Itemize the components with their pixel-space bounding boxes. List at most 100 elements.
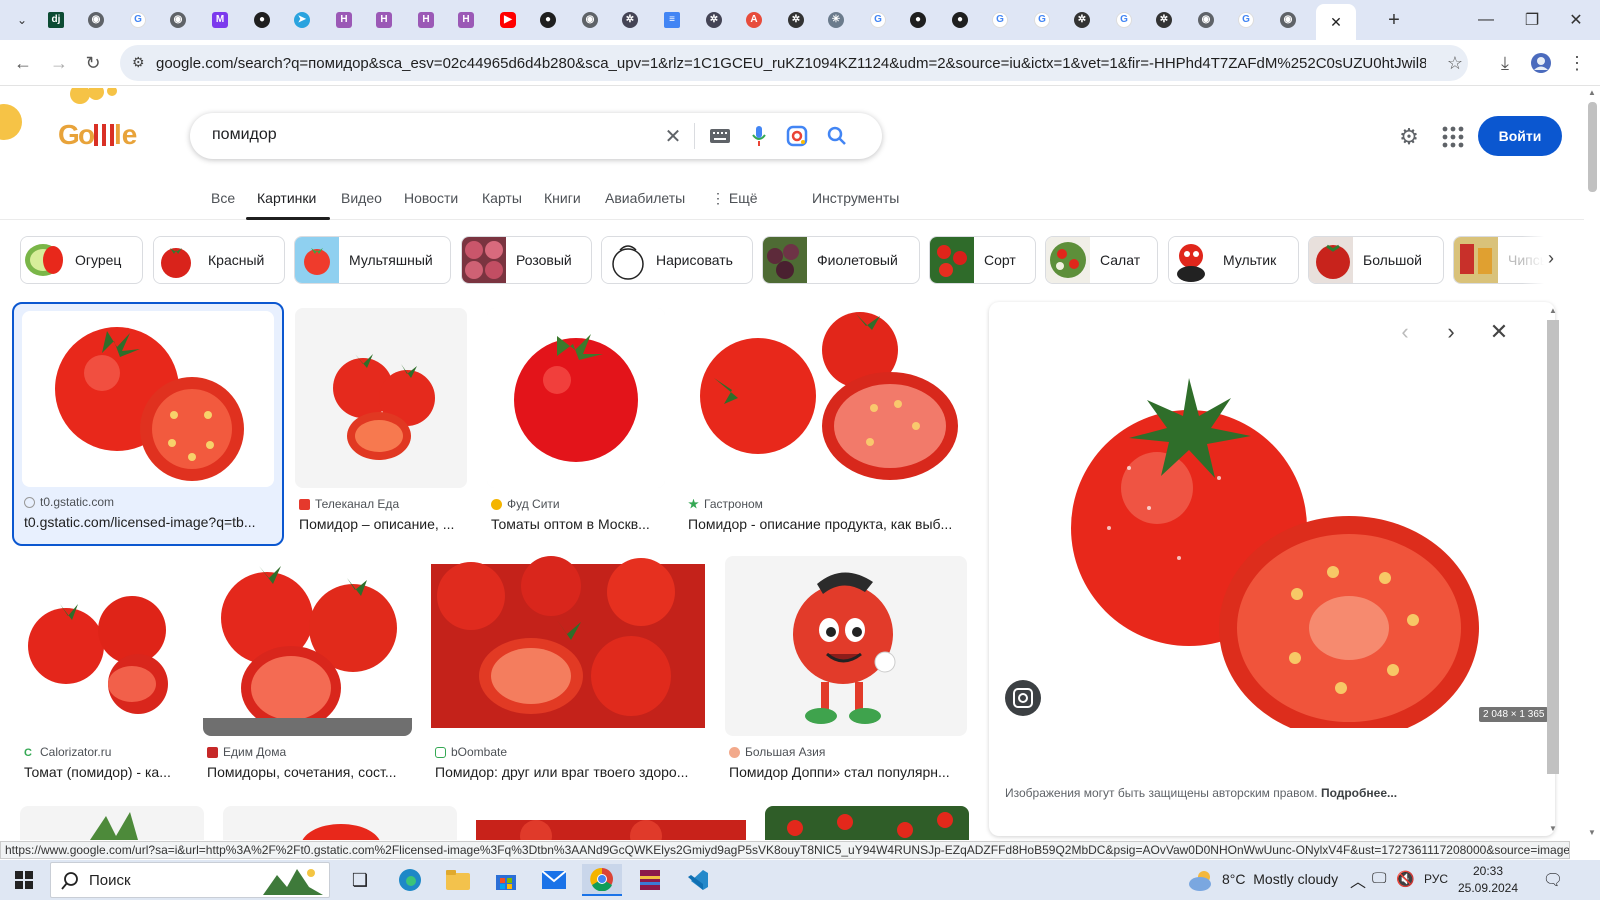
tab-8[interactable]: H xyxy=(326,6,362,34)
task-view-button[interactable]: ❏ xyxy=(340,864,380,896)
result-title[interactable]: Помидоры, сочетания, сост... xyxy=(207,764,410,780)
mail-taskbar-button[interactable] xyxy=(534,864,574,896)
store-taskbar-button[interactable] xyxy=(486,864,526,896)
result-image-partial[interactable] xyxy=(223,806,457,840)
preview-close-button[interactable]: ✕ xyxy=(1483,316,1515,348)
tab-images[interactable]: Картинки xyxy=(257,190,316,206)
tab-30[interactable]: G xyxy=(1228,6,1264,34)
chip-red[interactable]: Красный xyxy=(153,236,285,284)
preview-next-button[interactable]: › xyxy=(1435,316,1467,348)
volume-muted-icon[interactable]: 🔇 xyxy=(1396,870,1415,888)
result-card[interactable]: Телеканал Еда Помидор – описание, ... xyxy=(295,308,467,538)
tab-17[interactable]: ✲ xyxy=(696,6,732,34)
result-card[interactable]: bOombate Помидор: друг или враг твоего з… xyxy=(431,556,705,786)
tools-button[interactable]: Инструменты xyxy=(812,190,899,206)
tab-18[interactable]: A xyxy=(736,6,772,34)
page-scrollbar[interactable]: ▲ ▼ xyxy=(1584,88,1600,840)
chevron-up-icon[interactable]: ︿ xyxy=(1350,868,1366,892)
tab-flights[interactable]: Авиабилеты xyxy=(605,190,685,206)
explorer-taskbar-button[interactable] xyxy=(438,864,478,896)
tab-16[interactable]: ≡ xyxy=(654,6,690,34)
preview-image[interactable] xyxy=(989,358,1537,728)
tab-15[interactable]: ✲ xyxy=(612,6,648,34)
tab-20[interactable]: ✳ xyxy=(818,6,854,34)
lens-search-button[interactable] xyxy=(784,123,810,149)
minimize-button[interactable]: — xyxy=(1466,8,1506,32)
close-tab-icon[interactable]: ✕ xyxy=(1330,14,1342,31)
result-image[interactable] xyxy=(431,556,705,736)
chip-purple[interactable]: Фиолетовый xyxy=(762,236,920,284)
close-window-button[interactable]: ✕ xyxy=(1556,8,1596,32)
tab-news[interactable]: Новости xyxy=(404,190,458,206)
result-title[interactable]: Помидор Доппи» стал популярн... xyxy=(729,764,965,780)
more-link[interactable]: Подробнее... xyxy=(1321,786,1397,800)
voice-search-button[interactable] xyxy=(746,123,772,149)
tab-25[interactable]: G xyxy=(1024,6,1060,34)
site-info-icon[interactable]: ⚙ xyxy=(132,54,145,71)
chip-cartoon[interactable]: Мультяшный xyxy=(294,236,451,284)
notifications-button[interactable]: 🗨 xyxy=(1538,864,1568,896)
arrow-down-icon[interactable]: ▼ xyxy=(1588,828,1596,837)
result-image-partial[interactable] xyxy=(476,806,746,840)
weather-text[interactable]: 8°C Mostly cloudy xyxy=(1222,871,1338,887)
result-title[interactable]: Помидор: друг или враг твоего здоро... xyxy=(435,764,703,780)
result-image[interactable] xyxy=(203,556,412,736)
result-image[interactable] xyxy=(725,556,967,736)
apps-button[interactable] xyxy=(1440,124,1466,150)
keyboard-button[interactable] xyxy=(707,123,733,149)
result-card[interactable]: C Calorizator.ru Томат (помидор) - ка... xyxy=(20,556,184,786)
tab-7[interactable]: ➤ xyxy=(284,6,320,34)
result-title[interactable]: Помидор - описание продукта, как выб... xyxy=(688,516,968,532)
tab-19[interactable]: ✲ xyxy=(778,6,814,34)
result-card[interactable]: Едим Дома Помидоры, сочетания, сост... xyxy=(203,556,412,786)
tab-14[interactable]: ◉ xyxy=(572,6,608,34)
tab-books[interactable]: Книги xyxy=(544,190,581,206)
address-url[interactable]: google.com/search?q=помидор&sca_esv=02c4… xyxy=(156,55,1426,72)
tab-10[interactable]: H xyxy=(408,6,444,34)
login-button[interactable]: Войти xyxy=(1478,116,1562,156)
downloads-button[interactable]: ⤓ xyxy=(1490,48,1520,78)
result-card[interactable]: Гастроном Помидор - описание продукта, к… xyxy=(684,308,968,538)
vscode-taskbar-button[interactable] xyxy=(678,864,718,896)
profile-button[interactable] xyxy=(1526,48,1556,78)
chip-draw[interactable]: Нарисовать xyxy=(601,236,753,284)
result-image-partial[interactable] xyxy=(765,806,969,840)
start-button[interactable] xyxy=(4,864,44,896)
chip-cartoon-2[interactable]: Мультик xyxy=(1168,236,1299,284)
preview-scrollbar[interactable]: ▲ ▼ xyxy=(1547,306,1561,836)
tab-24[interactable]: G xyxy=(982,6,1018,34)
menu-button[interactable]: ⋮ xyxy=(1562,48,1592,78)
result-card[interactable]: Большая Азия Помидор Доппи» стал популяр… xyxy=(725,556,967,786)
clock[interactable]: 20:33 25.09.2024 xyxy=(1456,864,1520,895)
back-button[interactable]: ← xyxy=(8,48,38,78)
clear-search-button[interactable]: ✕ xyxy=(660,123,686,149)
language-indicator[interactable]: РУС xyxy=(1424,872,1448,886)
reload-button[interactable]: ↻ xyxy=(78,48,108,78)
result-image[interactable] xyxy=(487,308,665,488)
tab-12[interactable]: ▶ xyxy=(490,6,526,34)
result-title[interactable]: Томат (помидор) - ка... xyxy=(24,764,182,780)
result-image[interactable] xyxy=(295,308,467,488)
tab-29[interactable]: ◉ xyxy=(1188,6,1224,34)
chrome-taskbar-button[interactable] xyxy=(582,864,622,896)
chip-salad[interactable]: Салат xyxy=(1045,236,1158,284)
network-icon[interactable]: 🖵 xyxy=(1372,870,1386,887)
tab-2[interactable]: ◉ xyxy=(78,6,114,34)
preview-scrollbar-thumb[interactable] xyxy=(1547,320,1559,774)
tab-23[interactable]: ● xyxy=(942,6,978,34)
chip-big[interactable]: Большой xyxy=(1308,236,1444,284)
result-title[interactable]: t0.gstatic.com/licensed-image?q=tb... xyxy=(24,514,276,530)
tab-active[interactable]: ✕ xyxy=(1316,4,1356,40)
tab-9[interactable]: H xyxy=(366,6,402,34)
tab-11[interactable]: H xyxy=(448,6,484,34)
restore-button[interactable]: ❐ xyxy=(1512,8,1552,32)
arrow-down-icon[interactable]: ▼ xyxy=(1549,824,1557,833)
result-image[interactable] xyxy=(684,308,968,488)
tab-31[interactable]: ◉ xyxy=(1270,6,1306,34)
result-title[interactable]: Томаты оптом в Москв... xyxy=(491,516,661,532)
chips-scroll-right[interactable]: › xyxy=(1522,236,1572,284)
search-input[interactable]: помидор xyxy=(212,126,277,144)
tab-video[interactable]: Видео xyxy=(341,190,382,206)
tab-maps[interactable]: Карты xyxy=(482,190,522,206)
forward-button[interactable]: → xyxy=(44,48,74,78)
